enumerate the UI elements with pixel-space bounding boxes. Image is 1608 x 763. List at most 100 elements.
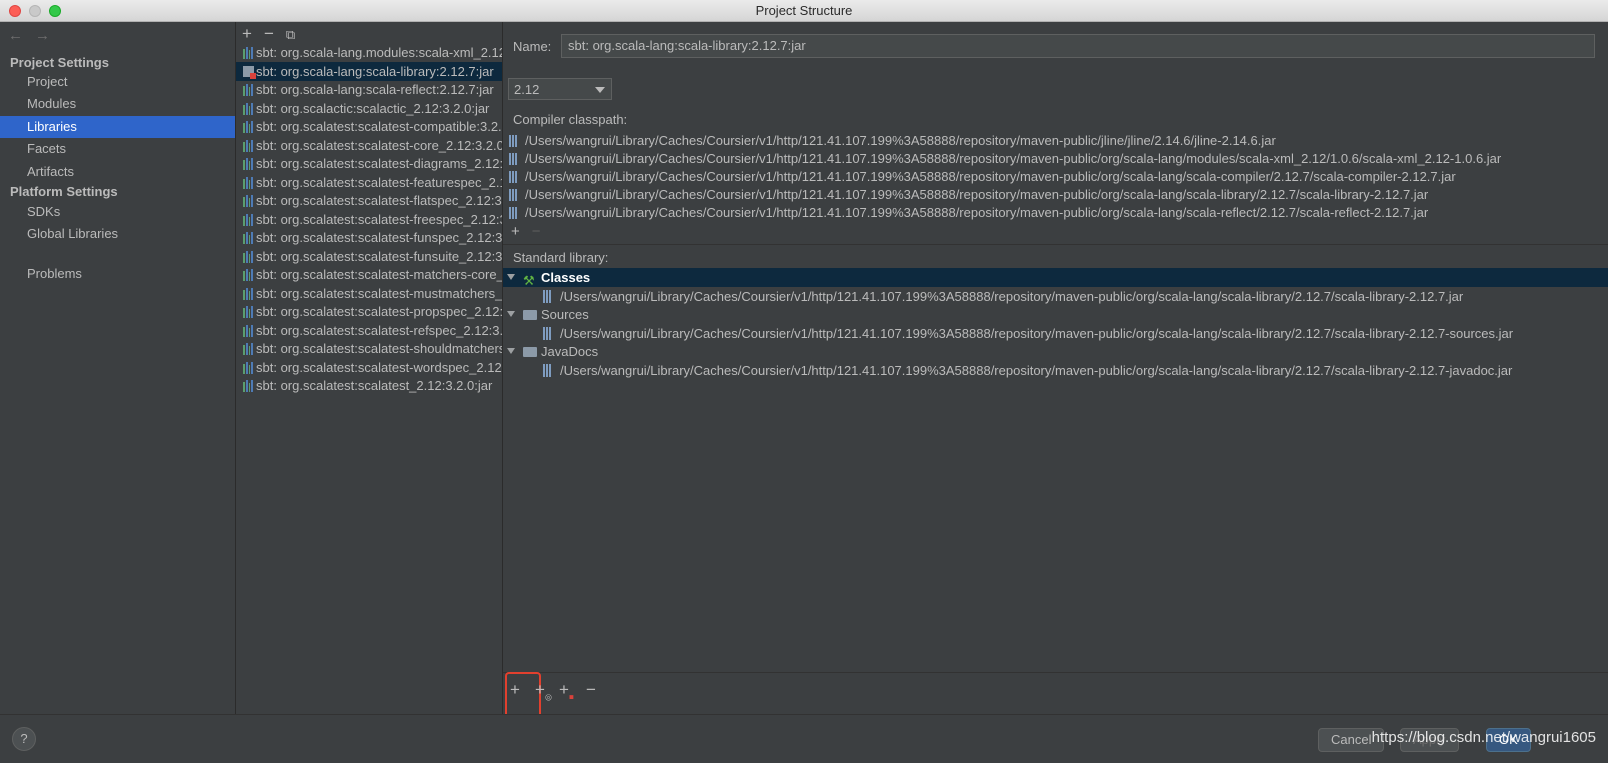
library-item[interactable]: sbt: org.scalatest:scalatest-refspec_2.1… [236,321,503,340]
add-classpath-icon[interactable]: + [511,223,520,240]
remove-classpath-icon[interactable]: − [532,223,541,240]
javadocs-label: JavaDocs [541,344,599,359]
nav-item-libraries[interactable]: Libraries [0,116,235,138]
tree-leaf-classes-jar[interactable]: /Users/wangrui/Library/Caches/Coursier/v… [503,287,1608,306]
folder-icon [523,310,537,320]
history-navigation: ← → [8,27,50,44]
library-item-label: sbt: org.scalatest:scalatest-core_2.12:3… [256,137,503,153]
name-label: Name: [513,39,552,54]
tree-leaf-javadocs-jar[interactable]: /Users/wangrui/Library/Caches/Coursier/v… [503,361,1608,380]
library-item-label: sbt: org.scala-lang.modules:scala-xml_2.… [256,45,502,60]
classpath-entry[interactable]: /Users/wangrui/Library/Caches/Coursier/v… [503,132,1276,150]
library-icon [243,139,253,152]
library-item-label: sbt: org.scalatest:scalatest-compatible:… [256,119,503,134]
classpath-entry[interactable]: /Users/wangrui/Library/Caches/Coursier/v… [503,186,1428,204]
tree-node-javadocs[interactable]: JavaDocs [503,342,1608,361]
classpath-entry[interactable]: /Users/wangrui/Library/Caches/Coursier/v… [503,150,1501,168]
classpath-entry[interactable]: /Users/wangrui/Library/Caches/Coursier/v… [503,204,1428,222]
library-item[interactable]: sbt: org.scalatest:scalatest-core_2.12:3… [236,136,503,155]
chevron-down-icon [595,87,605,93]
library-icon [243,47,253,59]
library-item[interactable]: sbt: org.scalatest:scalatest-propspec_2.… [236,302,502,321]
nav-item-modules[interactable]: Modules [0,93,235,115]
expand-triangle-icon[interactable] [507,348,515,354]
library-item-label: sbt: org.scalatest:scalatest-shouldmatch… [256,341,502,356]
library-item[interactable]: sbt: org.scalatest:scalatest_2.12:3.2.0:… [236,376,502,395]
jar-icon [509,189,517,201]
library-icon [243,176,253,189]
nav-item-problems[interactable]: Problems [0,263,235,285]
copy-library-icon[interactable]: ⧉ [286,24,295,44]
library-icon [243,269,253,281]
tree-node-sources[interactable]: Sources [503,305,1608,324]
library-item[interactable]: sbt: org.scalatest:scalatest-flatspec_2.… [236,191,502,210]
expand-triangle-icon[interactable] [507,274,515,280]
library-item-label: sbt: org.scalatest:scalatest-mustmatcher… [256,285,503,301]
library-icon [243,343,253,355]
standard-library-toolbar: + +◎ +■ − [503,672,1608,714]
library-item-label: sbt: org.scalatest:scalatest-featurespec… [256,174,502,190]
library-item[interactable]: sbt: org.scalactic:scalactic_2.12:3.2.0:… [236,99,502,118]
help-button[interactable]: ? [12,727,36,751]
library-icon [243,232,253,244]
library-icon [243,84,253,96]
library-item[interactable]: sbt: org.scalatest:scalatest-diagrams_2.… [236,154,502,173]
library-item-label: sbt: org.scalatest:scalatest-funsuite_2.… [256,248,503,264]
remove-icon[interactable]: − [586,680,596,700]
project-settings-heading: Project Settings [10,55,109,70]
library-item[interactable]: sbt: org.scalatest:scalatest-wordspec_2.… [236,358,502,377]
folder-icon [523,347,537,357]
minimize-window-button[interactable] [29,5,41,17]
jar-icon [509,171,517,183]
library-item[interactable]: sbt: org.scalatest:scalatest-mustmatcher… [236,284,503,303]
scala-version-select[interactable]: 2.12 [508,78,612,100]
library-item[interactable]: sbt: org.scalatest:scalatest-shouldmatch… [236,339,502,358]
add-from-maven-icon[interactable]: +■ [559,680,574,701]
zoom-window-button[interactable] [49,5,61,17]
library-item-label: sbt: org.scalatest:scalatest-funspec_2.1… [256,230,503,245]
nav-item-global-libraries[interactable]: Global Libraries [0,223,235,245]
tree-node-classes[interactable]: ⚒ Classes [503,268,1608,288]
library-item-label: sbt: org.scalatest:scalatest-flatspec_2.… [256,193,502,208]
classes-label: Classes [541,270,591,285]
window-controls [9,5,61,17]
library-item[interactable]: sbt: org.scalatest:scalatest-funspec_2.1… [236,228,503,247]
library-item[interactable]: sbt: org.scalatest:scalatest-matchers-co… [236,265,502,284]
library-item[interactable]: sbt: org.scala-lang:scala-reflect:2.12.7… [236,80,502,99]
library-icon [243,121,253,133]
jar-icon [509,207,517,219]
back-arrow-icon[interactable]: ← [8,27,23,44]
library-item[interactable]: sbt: org.scalatest:scalatest-funsuite_2.… [236,247,503,266]
close-window-button[interactable] [9,5,21,17]
library-item[interactable]: sbt: org.scalatest:scalatest-compatible:… [236,117,503,136]
library-icon [243,213,253,226]
expand-triangle-icon[interactable] [507,311,515,317]
add-library-icon[interactable]: + [242,24,252,44]
scala-version-value: 2.12 [514,82,540,97]
compiler-classpath-list: /Users/wangrui/Library/Caches/Coursier/v… [503,130,1608,223]
add-button[interactable]: + [505,672,541,714]
tree-leaf-sources-jar[interactable]: /Users/wangrui/Library/Caches/Coursier/v… [503,324,1608,343]
add-url-icon[interactable]: +◎ [535,680,552,701]
classpath-entry[interactable]: /Users/wangrui/Library/Caches/Coursier/v… [503,168,1456,186]
nav-item-facets[interactable]: Facets [0,138,235,160]
nav-item-project[interactable]: Project [0,71,235,93]
watermark-text: https://blog.csdn.net/wangrui1605 [1371,729,1596,746]
remove-library-icon[interactable]: − [264,24,274,44]
library-item[interactable]: sbt: org.scalatest:scalatest-freespec_2.… [236,210,502,229]
nav-item-sdks[interactable]: SDKs [0,201,235,223]
library-item[interactable]: sbt: org.scala-lang:scala-library:2.12.7… [236,61,502,81]
library-item-label: sbt: org.scalatest:scalatest-refspec_2.1… [256,322,503,338]
platform-settings-heading: Platform Settings [10,184,118,199]
library-icon [243,361,253,374]
library-item-label: sbt: org.scalactic:scalactic_2.12:3.2.0:… [256,100,490,116]
window-titlebar: Project Structure [0,0,1608,22]
library-item-label: sbt: org.scalatest:scalatest_2.12:3.2.0:… [256,378,493,393]
nav-item-artifacts[interactable]: Artifacts [0,161,235,183]
library-item[interactable]: sbt: org.scalatest:scalatest-featurespec… [236,173,502,192]
library-item[interactable]: sbt: org.scala-lang.modules:scala-xml_2.… [236,43,502,62]
sources-path: /Users/wangrui/Library/Caches/Coursier/v… [560,326,1514,341]
library-name-field[interactable]: sbt: org.scala-lang:scala-library:2.12.7… [561,34,1595,58]
forward-arrow-icon[interactable]: → [35,27,50,44]
jar-icon [543,364,551,377]
